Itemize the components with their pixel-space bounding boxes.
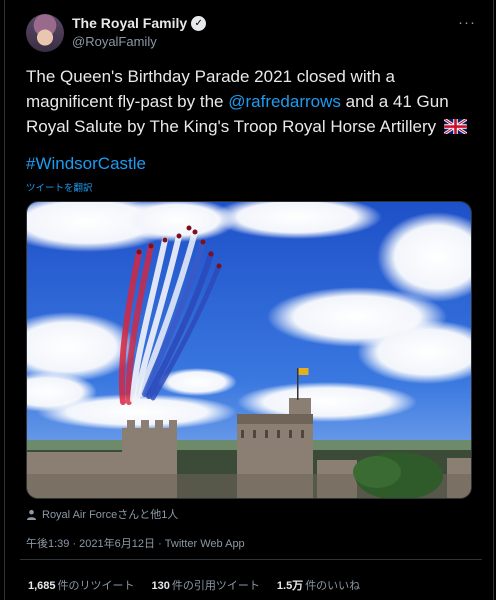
display-name[interactable]: The Royal Family (72, 15, 187, 31)
likes-count: 1.5万 (276, 580, 304, 592)
mention-link[interactable]: @rafredarrows (228, 92, 341, 111)
likes-label: 件のいいね (305, 580, 361, 592)
flypast-photo-image (27, 202, 471, 498)
quotes-stat[interactable]: 130 件の引用ツイート (152, 577, 260, 593)
liked-by-text: Royal Air Forceさんと他1人 (42, 509, 179, 521)
quotes-label: 件の引用ツイート (171, 580, 260, 592)
retweets-count: 1,685 (28, 580, 56, 592)
liked-by[interactable]: Royal Air Forceさんと他1人 (26, 506, 178, 522)
union-jack-flag-icon (443, 119, 467, 134)
person-icon (26, 509, 37, 520)
tweet-photo[interactable] (26, 201, 472, 499)
divider (20, 559, 482, 560)
retweets-label: 件のリツイート (57, 580, 135, 592)
translate-tweet-link[interactable]: ツイートを翻訳 (26, 180, 93, 194)
name-row: The Royal Family ✓ (72, 15, 207, 31)
tweet-stats: 1,685 件のリツイート 130 件の引用ツイート 1.5万 件のいいね (28, 577, 360, 593)
user-handle[interactable]: @RoyalFamily (72, 34, 157, 49)
tweet-timestamp-source[interactable]: 午後1:39 · 2021年6月12日 · Twitter Web App (26, 535, 245, 551)
more-options-icon[interactable]: ··· (458, 14, 476, 31)
likes-stat[interactable]: 1.5万 件のいいね (277, 577, 360, 593)
tweet-text: The Queen's Birthday Parade 2021 closed … (26, 64, 478, 139)
verified-badge-icon: ✓ (191, 15, 207, 31)
tweet-header: The Royal Family ✓ @RoyalFamily ··· (26, 12, 478, 54)
quotes-count: 130 (151, 580, 170, 592)
hashtag-link[interactable]: #WindsorCastle (26, 154, 146, 174)
avatar[interactable] (26, 14, 64, 52)
retweets-stat[interactable]: 1,685 件のリツイート (28, 577, 135, 593)
